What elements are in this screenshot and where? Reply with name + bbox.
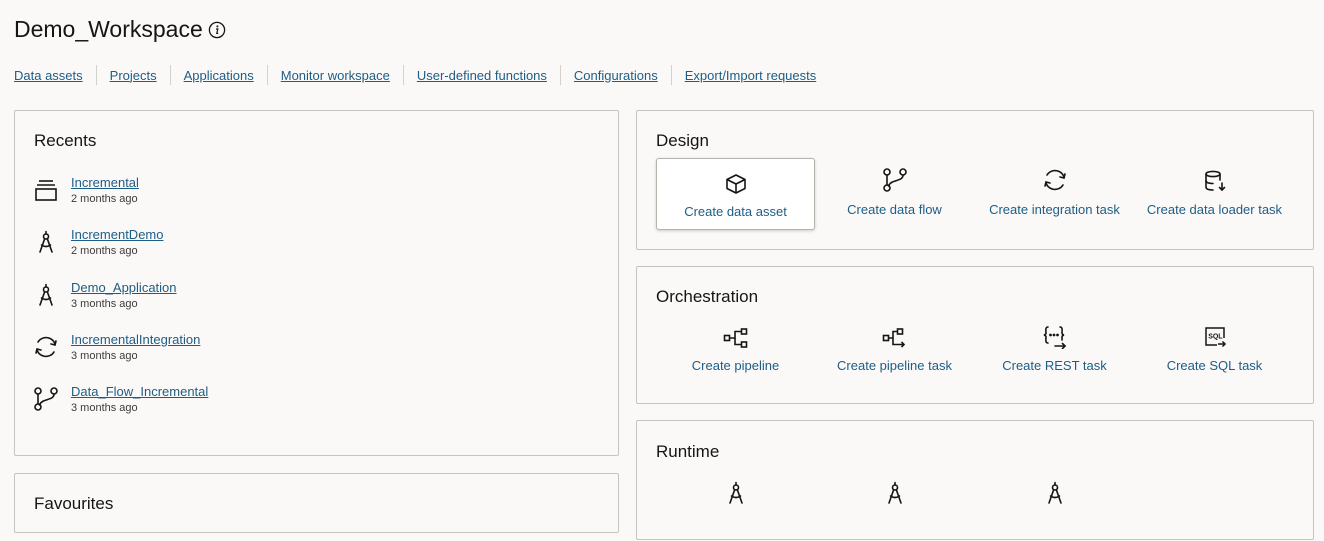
nav-divider — [169, 65, 171, 85]
database-download-icon — [1135, 165, 1294, 193]
tile-label: Create pipeline task — [837, 358, 952, 373]
recent-item-link[interactable]: Incremental — [71, 175, 139, 190]
recent-item-time: 2 months ago — [71, 193, 138, 205]
recents-title: Recents — [34, 131, 97, 150]
create-pipeline-task-button[interactable]: Create pipeline task — [815, 313, 974, 385]
svg-text:SQL: SQL — [1208, 333, 1223, 340]
create-rest-task-button[interactable]: Create REST task — [975, 313, 1134, 385]
design-panel: Design Create data asset Create data flo… — [636, 110, 1314, 250]
workspace-nav: Data assets Projects Applications Monito… — [14, 65, 816, 85]
nav-link-data-assets[interactable]: Data assets — [14, 68, 83, 83]
recent-item-time: 3 months ago — [71, 402, 138, 414]
sql-icon: SQL — [1135, 321, 1294, 349]
create-data-loader-task-button[interactable]: Create data loader task — [1135, 157, 1294, 229]
nav-link-export-import-requests[interactable]: Export/Import requests — [685, 68, 817, 83]
sync-icon — [975, 165, 1134, 193]
pipeline-task-icon — [815, 321, 974, 349]
compass-icon — [656, 477, 815, 505]
nav-divider — [95, 65, 97, 85]
recent-item-time: 2 months ago — [71, 245, 138, 257]
tile-label: Create SQL task — [1166, 358, 1263, 373]
rest-icon — [975, 321, 1134, 349]
recent-item: IncrementDemo 2 months ago — [33, 227, 163, 257]
create-data-flow-button[interactable]: Create data flow — [815, 157, 974, 229]
design-title: Design — [656, 131, 709, 150]
nav-link-user-defined-functions[interactable]: User-defined functions — [417, 68, 547, 83]
runtime-tile[interactable] — [656, 469, 815, 541]
favourites-title: Favourites — [34, 494, 114, 513]
recent-item: Incremental 2 months ago — [33, 175, 139, 205]
tile-label: Create data loader task — [1146, 202, 1283, 217]
recent-item-time: 3 months ago — [71, 350, 138, 362]
tile-label: Create data asset — [684, 204, 787, 219]
tile-label: Create REST task — [1002, 358, 1107, 373]
create-integration-task-button[interactable]: Create integration task — [975, 157, 1134, 229]
runtime-tile[interactable] — [815, 469, 974, 541]
nav-link-configurations[interactable]: Configurations — [574, 68, 658, 83]
sync-icon — [33, 334, 59, 360]
compass-icon — [815, 477, 974, 505]
data-flow-icon — [33, 386, 59, 412]
pipeline-icon — [656, 321, 815, 349]
favourites-panel: Favourites — [14, 473, 619, 533]
compass-icon — [33, 229, 59, 255]
recent-item: IncrementalIntegration 3 months ago — [33, 332, 200, 362]
nav-divider — [402, 65, 404, 85]
cube-icon — [657, 167, 814, 195]
recent-item-link[interactable]: Demo_Application — [71, 280, 177, 295]
runtime-panel: Runtime — [636, 420, 1314, 540]
create-pipeline-button[interactable]: Create pipeline — [656, 313, 815, 385]
runtime-tile[interactable] — [975, 469, 1134, 541]
recent-item-time: 3 months ago — [71, 298, 138, 310]
data-flow-icon — [815, 165, 974, 193]
page-title: Demo_Workspace — [14, 16, 203, 42]
recent-item: Demo_Application 3 months ago — [33, 280, 177, 310]
title-row: Demo_Workspace — [14, 16, 226, 43]
runtime-title: Runtime — [656, 442, 720, 461]
tile-label: Create data flow — [847, 202, 942, 217]
info-icon[interactable] — [208, 21, 226, 39]
nav-divider — [559, 65, 561, 85]
tile-label: Create pipeline — [691, 358, 780, 373]
nav-divider — [266, 65, 268, 85]
nav-link-projects[interactable]: Projects — [110, 68, 157, 83]
recent-item-link[interactable]: IncrementalIntegration — [71, 332, 200, 347]
recent-item: Data_Flow_Incremental 3 months ago — [33, 384, 208, 414]
nav-link-monitor-workspace[interactable]: Monitor workspace — [281, 68, 390, 83]
recent-item-link[interactable]: IncrementDemo — [71, 227, 163, 242]
nav-divider — [670, 65, 672, 85]
create-data-asset-button[interactable]: Create data asset — [656, 158, 815, 230]
nav-link-applications[interactable]: Applications — [184, 68, 254, 83]
create-sql-task-button[interactable]: SQL Create SQL task — [1135, 313, 1294, 385]
tile-label: Create integration task — [989, 202, 1120, 217]
compass-icon — [33, 282, 59, 308]
orchestration-panel: Orchestration Create pipeline Create pip… — [636, 266, 1314, 404]
recent-item-link[interactable]: Data_Flow_Incremental — [71, 384, 208, 399]
data-loader-icon — [33, 177, 59, 203]
compass-icon — [975, 477, 1134, 505]
recents-panel: Recents Incremental 2 months ago Increme… — [14, 110, 619, 456]
orchestration-title: Orchestration — [656, 287, 759, 306]
